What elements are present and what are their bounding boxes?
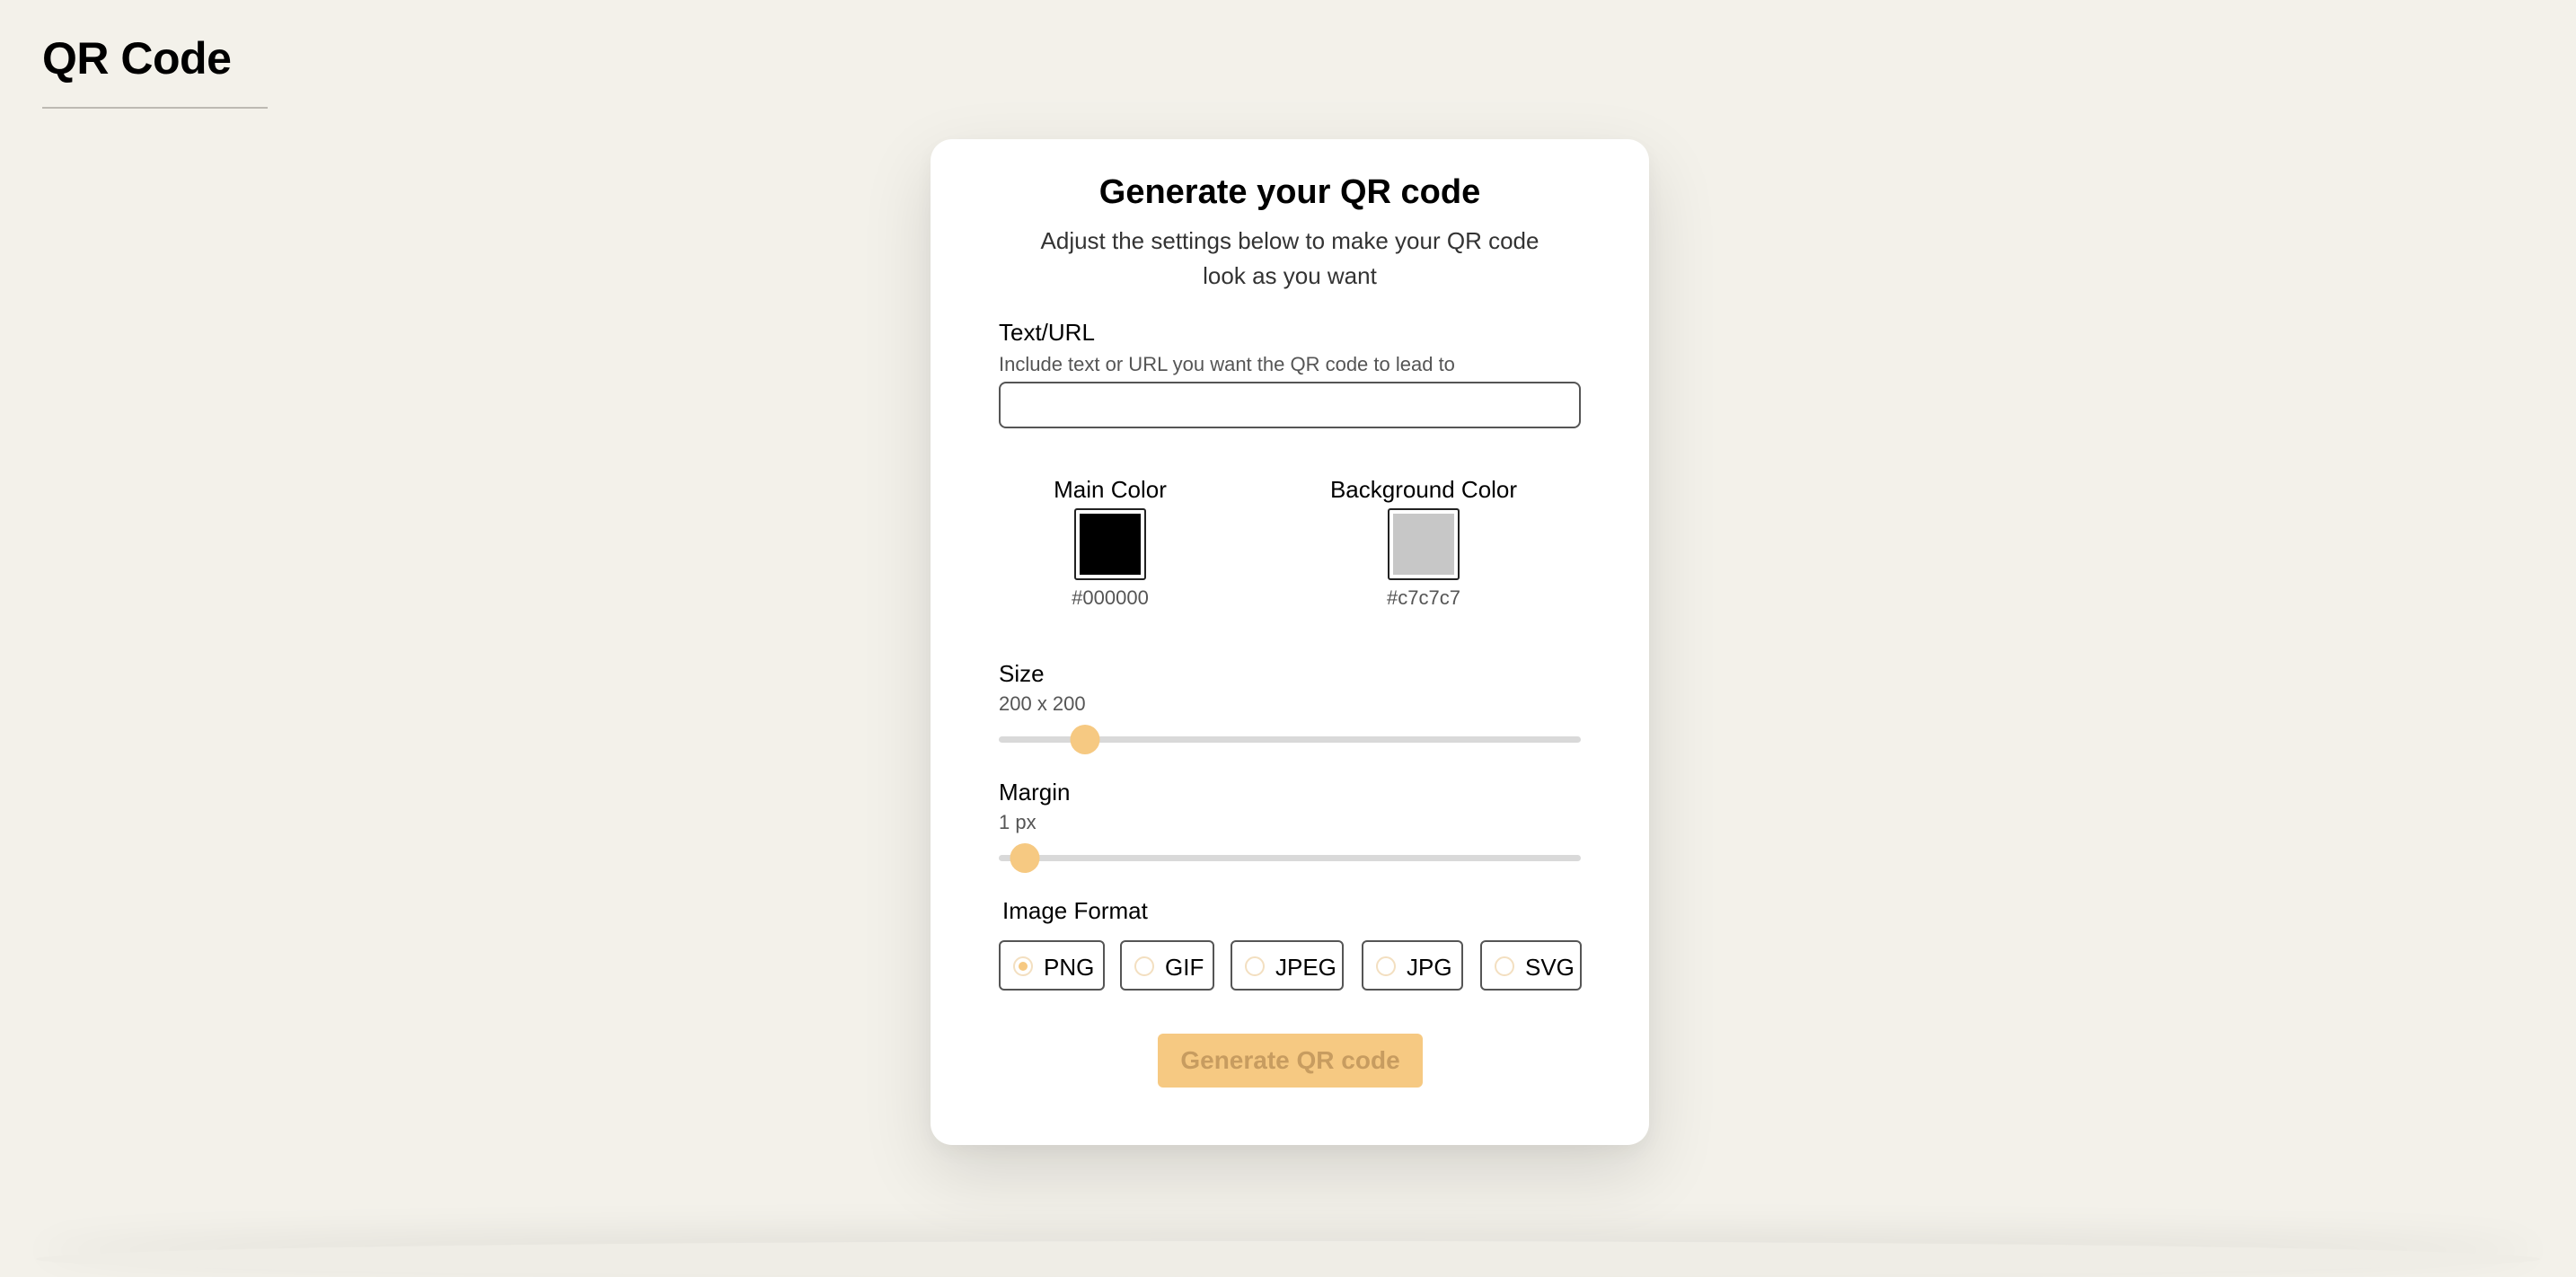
background-color-value: #c7c7c7	[1387, 586, 1460, 609]
format-option-jpg[interactable]: JPG	[1362, 940, 1463, 991]
qr-generator-card: Generate your QR code Adjust the setting…	[931, 139, 1649, 1145]
format-radio-jpg[interactable]	[1376, 956, 1396, 976]
format-radio-jpeg[interactable]	[1245, 956, 1265, 976]
format-radio-png[interactable]	[1013, 956, 1033, 976]
card-subtitle: Adjust the settings below to make your Q…	[1040, 227, 1539, 289]
margin-label: Margin	[999, 779, 1071, 806]
main-color-label: Main Color	[1054, 476, 1167, 503]
bottom-panel-edge	[36, 1241, 2540, 1277]
format-option-svg[interactable]: SVG	[1480, 940, 1582, 991]
image-format-options: PNG GIF JPEG JPG SVG	[999, 940, 1582, 991]
margin-slider-track[interactable]	[999, 855, 1581, 861]
background-color-swatch	[1393, 514, 1454, 575]
format-label-svg: SVG	[1525, 954, 1575, 981]
main-color-picker[interactable]	[1074, 508, 1146, 580]
format-radio-svg[interactable]	[1495, 956, 1514, 976]
title-divider	[42, 107, 268, 109]
margin-value: 1 px	[999, 811, 1037, 833]
size-label: Size	[999, 660, 1045, 687]
background-color-group: Background Color #c7c7c7	[1307, 476, 1540, 610]
main-color-group: Main Color #000000	[993, 476, 1227, 610]
text-url-label: Text/URL	[999, 319, 1095, 346]
format-option-gif[interactable]: GIF	[1120, 940, 1214, 991]
size-value: 200 x 200	[999, 692, 1086, 715]
margin-slider[interactable]	[999, 841, 1581, 873]
format-label-png: PNG	[1044, 954, 1095, 981]
margin-slider-thumb[interactable]	[1010, 843, 1040, 873]
text-url-help: Include text or URL you want the QR code…	[999, 353, 1455, 375]
background-color-picker[interactable]	[1388, 508, 1460, 580]
format-option-png[interactable]: PNG	[999, 940, 1105, 991]
format-label-jpeg: JPEG	[1275, 954, 1337, 981]
size-slider-thumb[interactable]	[1070, 725, 1100, 754]
card-title: Generate your QR code	[1098, 173, 1481, 211]
image-format-label: Image Format	[1002, 897, 1148, 924]
format-radio-gif[interactable]	[1134, 956, 1154, 976]
app-title: QR Code	[42, 33, 232, 84]
format-label-gif: GIF	[1165, 954, 1204, 981]
format-label-jpg: JPG	[1407, 954, 1452, 981]
format-option-jpeg[interactable]: JPEG	[1231, 940, 1344, 991]
size-slider[interactable]	[999, 722, 1581, 754]
generate-qr-button[interactable]: Generate QR code	[1158, 1034, 1423, 1088]
main-color-swatch	[1080, 514, 1141, 575]
text-url-input[interactable]	[999, 382, 1581, 428]
main-color-value: #000000	[1072, 586, 1149, 609]
background-color-label: Background Color	[1329, 476, 1518, 503]
